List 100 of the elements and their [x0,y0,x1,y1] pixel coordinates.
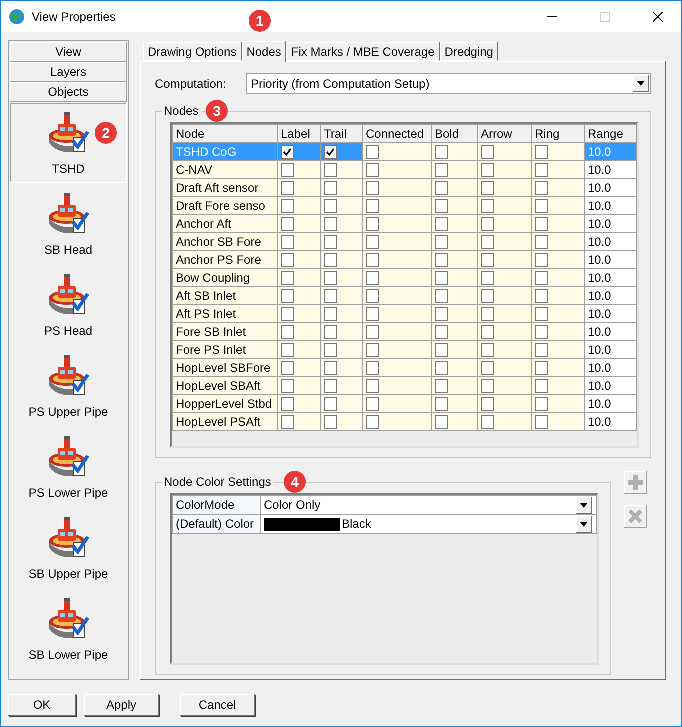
checkbox[interactable] [324,162,337,177]
range-cell[interactable]: 10.0 [584,196,636,214]
checkbox[interactable] [324,252,337,267]
node-name-cell[interactable]: Anchor SB Fore [172,232,278,250]
checkbox[interactable] [281,252,294,267]
checkbox[interactable] [535,342,548,357]
checkbox[interactable] [435,216,448,231]
node-name-cell[interactable]: Anchor Aft [172,214,278,232]
checkbox[interactable] [435,180,448,195]
node-name-cell[interactable]: Aft SB Inlet [172,286,278,304]
range-cell[interactable]: 10.0 [584,358,636,376]
checkbox[interactable] [366,342,379,357]
checkbox[interactable] [324,198,337,213]
sidebar-section-button[interactable]: Objects [10,82,127,102]
checkbox[interactable] [324,288,337,303]
sidebar-section-button[interactable]: Layers [10,62,127,82]
checkbox[interactable] [481,414,494,429]
checkbox[interactable] [481,216,494,231]
checkbox[interactable] [281,234,294,249]
checkbox[interactable] [366,216,379,231]
dialog-button[interactable]: Apply [84,694,159,716]
checkbox[interactable] [281,198,294,213]
range-cell[interactable]: 10.0 [584,322,636,340]
column-header[interactable]: Range [584,124,636,142]
checkbox[interactable] [324,144,337,159]
add-button[interactable] [624,471,647,494]
node-name-cell[interactable]: Fore SB Inlet [172,322,278,340]
checkbox[interactable] [435,162,448,177]
checkbox[interactable] [435,198,448,213]
checkbox[interactable] [481,360,494,375]
checkbox[interactable] [481,234,494,249]
range-cell[interactable]: 10.0 [584,268,636,286]
range-cell[interactable]: 10.0 [584,376,636,394]
checkbox[interactable] [366,396,379,411]
checkbox[interactable] [481,288,494,303]
node-name-cell[interactable]: HopLevel SBFore [172,358,278,376]
checkbox[interactable] [281,180,294,195]
range-cell[interactable]: 10.0 [584,214,636,232]
checkbox[interactable] [535,144,548,159]
computation-dropdown[interactable]: Priority (from Computation Setup) [246,73,651,94]
checkbox[interactable] [435,306,448,321]
checkbox[interactable] [481,180,494,195]
range-cell[interactable]: 10.0 [584,304,636,322]
range-cell[interactable]: 10.0 [584,340,636,358]
checkbox[interactable] [435,396,448,411]
checkbox[interactable] [281,360,294,375]
checkbox[interactable] [366,144,379,159]
tab[interactable]: Fix Marks / MBE Coverage [286,42,440,61]
checkbox[interactable] [324,234,337,249]
checkbox[interactable] [481,378,494,393]
checkbox[interactable] [435,144,448,159]
dialog-button[interactable]: Cancel [180,694,255,716]
checkbox[interactable] [324,414,337,429]
checkbox[interactable] [435,378,448,393]
property-value-dropdown[interactable]: Color Only [260,496,596,514]
checkbox[interactable] [481,306,494,321]
node-name-cell[interactable]: Aft PS Inlet [172,304,278,322]
range-cell[interactable]: 10.0 [584,394,636,412]
checkbox[interactable] [281,306,294,321]
checkbox[interactable] [535,234,548,249]
checkbox[interactable] [481,252,494,267]
column-header[interactable]: Connected [362,124,432,142]
range-cell[interactable]: 10.0 [584,412,636,430]
node-name-cell[interactable]: Draft Aft sensor [172,178,278,196]
checkbox[interactable] [435,252,448,267]
range-cell[interactable]: 10.0 [584,178,636,196]
checkbox[interactable] [324,378,337,393]
checkbox[interactable] [366,414,379,429]
checkbox[interactable] [481,342,494,357]
object-item[interactable]: SB Head [10,184,127,264]
sidebar-section-button[interactable]: View [10,42,127,62]
checkbox[interactable] [481,144,494,159]
checkbox[interactable] [281,162,294,177]
object-item[interactable]: SB Lower Pipe [10,589,127,669]
delete-button[interactable] [624,505,647,528]
checkbox[interactable] [481,162,494,177]
property-value-dropdown[interactable]: Black [260,514,596,534]
column-header[interactable]: Ring [532,124,584,142]
checkbox[interactable] [324,180,337,195]
checkbox[interactable] [324,270,337,285]
checkbox[interactable] [435,324,448,339]
checkbox[interactable] [281,216,294,231]
node-name-cell[interactable]: Draft Fore senso [172,196,278,214]
object-item[interactable]: PS Upper Pipe [10,346,127,426]
checkbox[interactable] [535,252,548,267]
node-name-cell[interactable]: Fore PS Inlet [172,340,278,358]
checkbox[interactable] [366,270,379,285]
checkbox[interactable] [366,234,379,249]
checkbox[interactable] [435,342,448,357]
checkbox[interactable] [366,288,379,303]
checkbox[interactable] [366,306,379,321]
checkbox[interactable] [535,198,548,213]
node-name-cell[interactable]: C-NAV [172,160,278,178]
column-header[interactable]: Label [278,124,320,142]
checkbox[interactable] [281,270,294,285]
checkbox[interactable] [481,324,494,339]
checkbox[interactable] [435,234,448,249]
checkbox[interactable] [324,324,337,339]
checkbox[interactable] [535,216,548,231]
checkbox[interactable] [281,324,294,339]
